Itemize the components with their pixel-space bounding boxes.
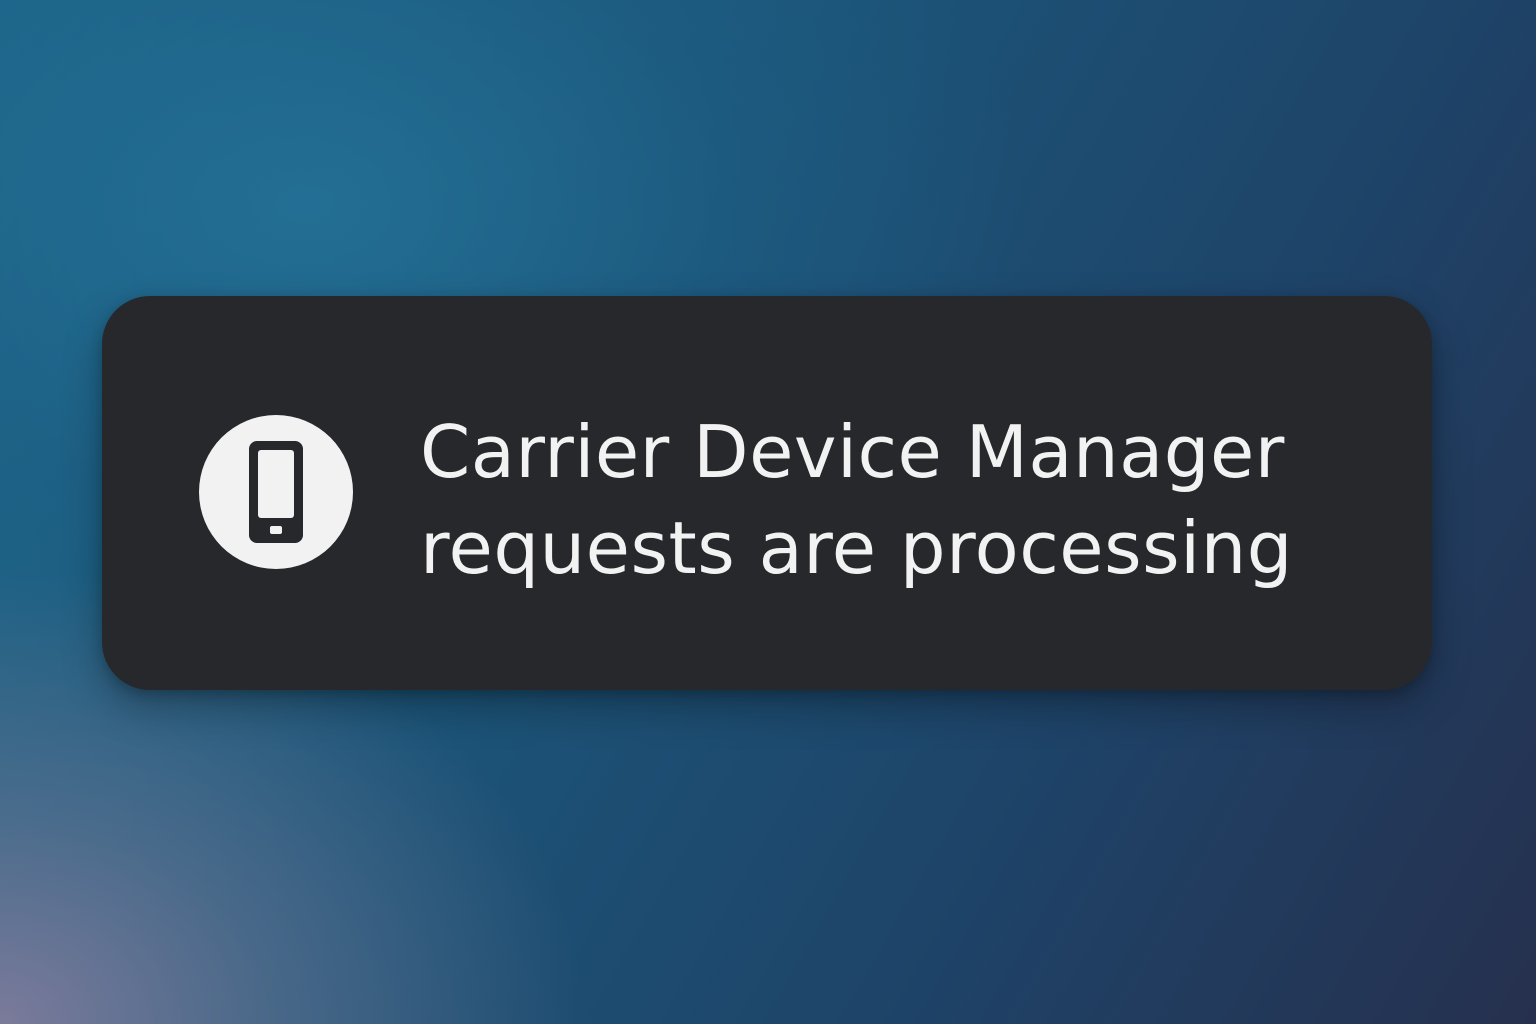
notification-line-2: requests are processing (420, 506, 1293, 590)
notification-toast[interactable]: Carrier Device Manager requests are proc… (102, 296, 1432, 690)
notification-line-1: Carrier Device Manager (420, 410, 1285, 494)
notification-message: Carrier Device Manager requests are proc… (420, 404, 1380, 596)
smartphone-icon (249, 441, 303, 543)
app-icon (199, 415, 353, 569)
